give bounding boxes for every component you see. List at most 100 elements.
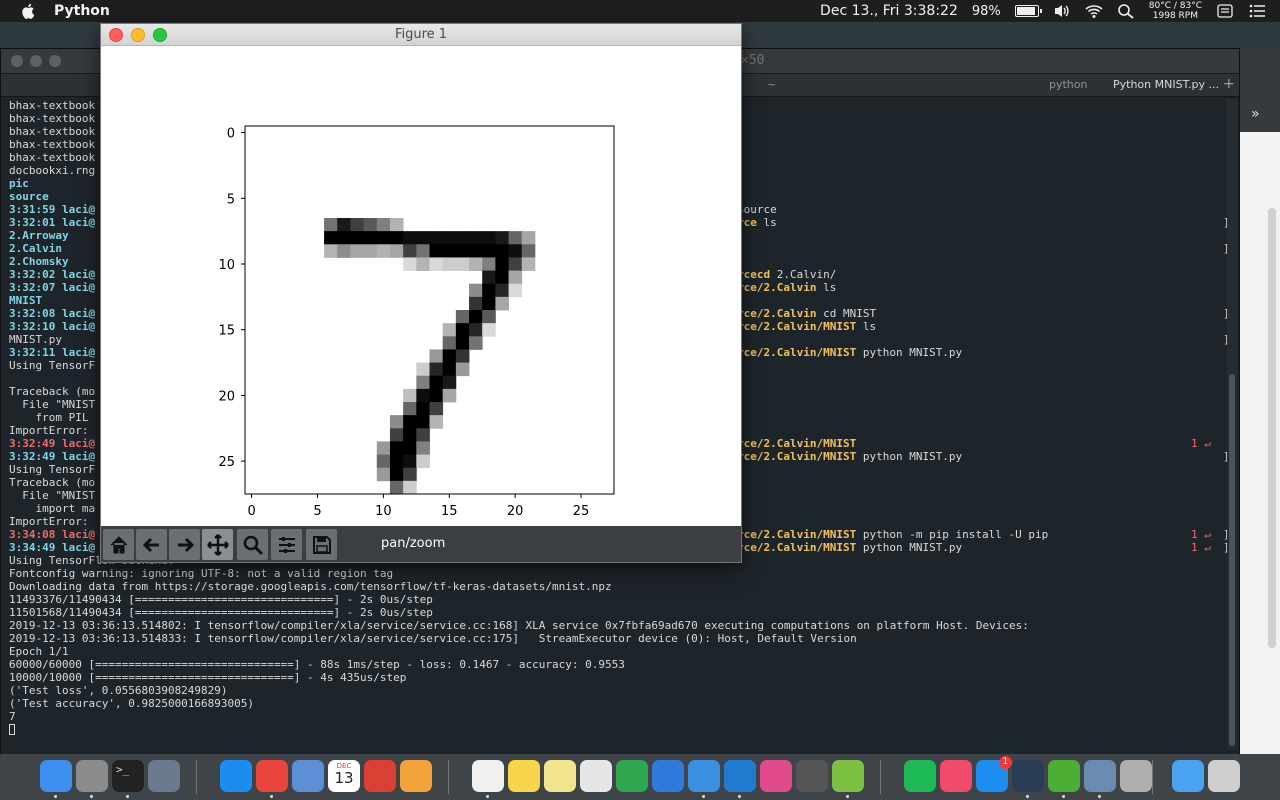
terminal-line-tail: rce/2.Calvin ls [737,281,837,294]
home-icon[interactable] [103,529,134,560]
dock-xcode-icon[interactable] [688,760,720,792]
terminal-line: 2.Chomsky [9,255,69,268]
scrollbar-thumb[interactable] [1229,374,1235,746]
dock-trash-icon[interactable] [1208,760,1240,792]
running-indicator [738,795,741,798]
chevron-right-icon[interactable]: » [1251,106,1260,122]
dock-todoist-icon[interactable] [364,760,396,792]
zoom-button[interactable] [49,55,61,67]
dock-safari-icon[interactable] [220,760,252,792]
dock-launchpad-icon[interactable] [148,760,180,792]
save-icon[interactable] [306,529,337,560]
heatmap-cell [389,218,404,232]
pan-icon[interactable] [202,529,233,560]
wifi-icon[interactable] [1085,3,1103,19]
heatmap-cell [350,231,365,245]
heatmap-cell [482,231,496,245]
figure-canvas[interactable]: 0 5 10 15 20 25 0 5 10 15 20 25 [101,46,741,526]
dock-reminders-icon[interactable] [472,760,504,792]
dock-calendar-icon[interactable]: DEC 13 [328,760,360,792]
terminal-line: File "MNIST [9,398,96,411]
heatmap-cell [482,244,496,258]
new-tab-button[interactable]: + [1223,76,1235,92]
background-window-edge: » [1240,48,1280,800]
heatmap-cell [442,323,457,337]
heatmap-cell [442,388,457,403]
dock-lab-icon[interactable] [796,760,828,792]
dock-spotify-icon[interactable] [904,760,936,792]
dock-steam-icon[interactable] [1012,760,1044,792]
heatmap-cell [403,388,417,403]
heatmap-cell [442,336,457,350]
terminal-line: 3:32:08 laci@ [9,307,96,320]
tab-home[interactable]: ~ [767,78,776,91]
terminal-line-tail: rce/2.Calvin/MNIST python MNIST.py [737,450,963,463]
dock-android-studio-icon[interactable] [832,760,864,792]
heatmap-cell [455,323,470,337]
heatmap-cell [403,467,417,482]
dock-vscode-icon[interactable] [724,760,756,792]
dock-numbers-icon[interactable] [616,760,648,792]
heatmap-cell [442,231,457,245]
spotlight-search-icon[interactable] [1117,3,1135,19]
figure-window: Figure 1 0 5 10 15 20 25 0 5 10 15 20 25 pan/zoom [100,23,742,563]
heatmap-cell [389,231,404,245]
heatmap-cell [495,257,509,271]
heatmap-cell [416,375,430,390]
terminal-line: docbookxi.rng [9,164,96,177]
dock-finder-icon[interactable] [40,760,72,792]
x-tick-label: 5 [313,504,321,519]
figure-title: Figure 1 [394,27,448,42]
heatmap-cell [455,349,470,363]
dock-affinity-icon[interactable] [760,760,792,792]
terminal-line: pic [9,177,29,190]
tab-python[interactable]: python [1049,78,1087,91]
terminal-line: MNIST.py [9,333,62,346]
dock-preview-icon[interactable] [292,760,324,792]
dock-downloads-folder-icon[interactable] [1172,760,1204,792]
minimize-button[interactable] [30,55,42,67]
notification-center-icon[interactable] [1248,3,1266,19]
dock-stickies-icon[interactable] [544,760,576,792]
dock-app-store-icon[interactable]: 1 [976,756,1012,792]
dock-notes-icon[interactable] [508,760,540,792]
dock-music-icon[interactable] [940,760,972,792]
dock-rocket-icon[interactable] [1120,760,1152,792]
menubar-clock[interactable]: Dec 13., Fri 3:38:22 [820,3,958,19]
y-tick-label: 15 [218,324,235,339]
terminal-scrollbar[interactable] [1227,99,1237,749]
heatmap-cell [403,231,417,245]
dock-utorrent-icon[interactable] [1048,760,1080,792]
apple-icon[interactable] [20,2,38,20]
dock-keynote-icon[interactable] [652,760,684,792]
tab-python-mnist[interactable]: Python MNIST.py ... [1113,78,1219,91]
istat-menu-icon[interactable] [1216,3,1234,19]
dock-system-preferences-icon[interactable] [76,760,108,792]
temperature-monitor[interactable]: 80°C / 83°C 1998 RPM [1149,1,1202,21]
zoom-icon[interactable] [237,529,268,560]
dock-chrome-icon[interactable] [256,760,288,792]
forward-icon[interactable] [169,529,200,560]
heatmap-cell [389,480,404,495]
close-button[interactable] [11,55,23,67]
dock-separator [1152,760,1153,794]
dock-photos-icon[interactable] [400,760,432,792]
heatmap-cell [403,480,417,495]
heatmap-cell [429,415,444,429]
heatmap-cell [442,257,457,271]
app-menu-python[interactable]: Python [54,3,110,19]
running-indicator [486,795,489,798]
dock-textedit-icon[interactable] [580,760,612,792]
terminal-line: Fontconfig warning: ignoring UTF-8: not … [9,567,394,580]
configure-subplots-icon[interactable] [271,529,302,560]
heatmap-cell [442,375,457,390]
figure-titlebar[interactable]: Figure 1 [101,24,741,46]
heatmap-cell [363,218,378,232]
heatmap-cell [495,296,509,311]
back-icon[interactable] [136,529,167,560]
dock-image-capture-icon[interactable] [1084,760,1116,792]
heatmap-cell [455,336,470,350]
volume-icon[interactable] [1053,3,1071,19]
dock-terminal-icon[interactable]: >_ [112,760,144,792]
battery-icon[interactable] [1014,5,1042,17]
